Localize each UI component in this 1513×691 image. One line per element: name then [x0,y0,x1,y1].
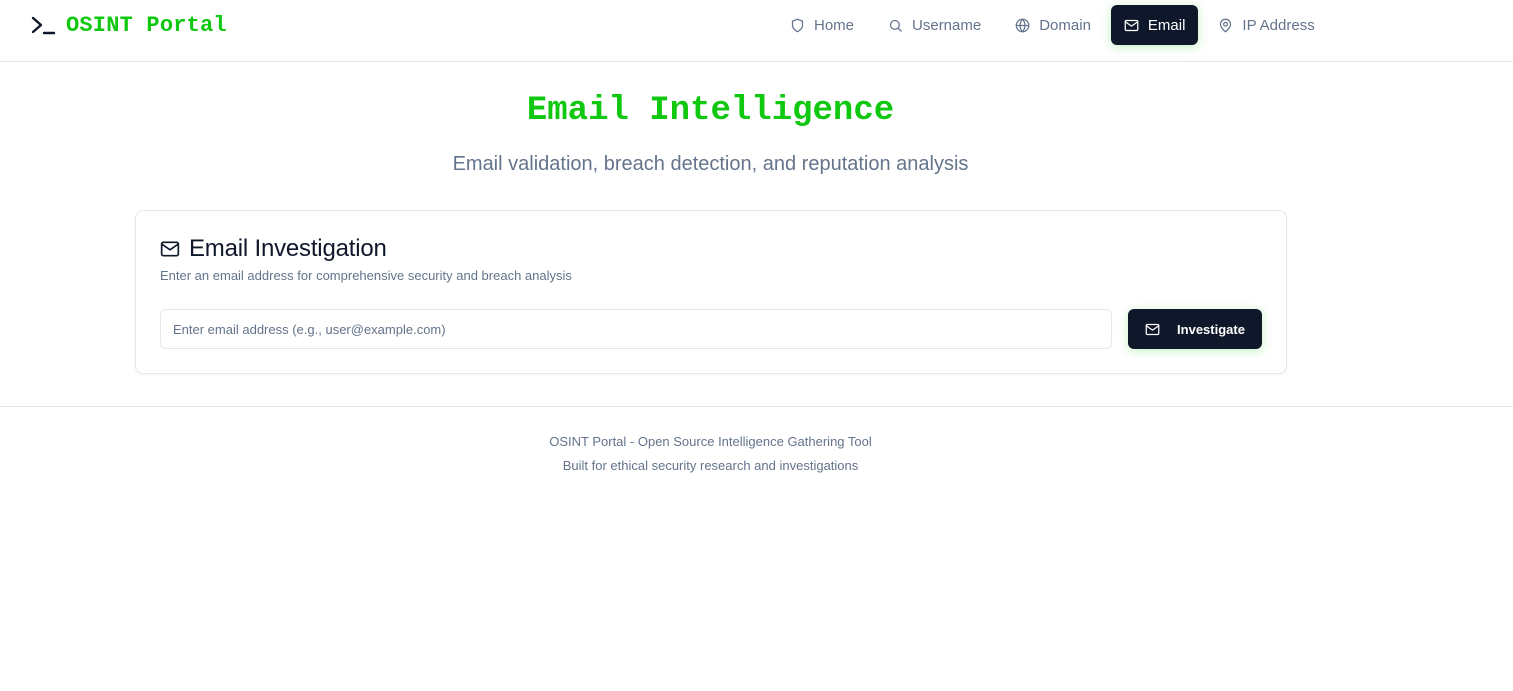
nav-item-domain[interactable]: Domain [1001,5,1105,45]
investigate-button[interactable]: Investigate [1128,309,1262,349]
nav-item-label: Home [814,16,855,34]
nav-item-label: IP Address [1242,16,1315,34]
main-nav: Home Username Domain Email IP Address [776,5,1335,45]
card-header: Email Investigation [160,235,387,263]
nav-item-ip-address[interactable]: IP Address [1204,5,1328,45]
map-pin-icon [1220,18,1232,32]
card-title: Email Investigation [189,235,387,262]
email-investigation-card: Email Investigation Enter an email addre… [135,210,1287,374]
nav-item-home[interactable]: Home [776,5,868,45]
mail-icon [1124,19,1139,31]
nav-item-label: Username [912,16,982,34]
footer-tagline: OSINT Portal - Open Source Intelligence … [549,434,872,449]
globe-icon [1015,18,1030,32]
nav-item-email[interactable]: Email [1110,5,1199,45]
brand[interactable]: OSINT Portal [30,11,227,39]
shield-icon [791,18,804,32]
nav-item-label: Email [1147,16,1186,34]
investigate-button-label: Investigate [1177,321,1245,337]
footer: OSINT Portal - Open Source Intelligence … [0,406,1513,496]
card-description: Enter an email address for comprehensive… [160,268,572,283]
footer-disclaimer: Built for ethical security research and … [562,458,859,473]
mail-icon [1145,323,1160,335]
terminal-icon [31,16,56,35]
mail-icon [160,241,180,257]
search-icon [889,19,902,32]
brand-title: OSINT Portal [66,12,227,38]
page-title: Email Intelligence [526,92,895,130]
top-navbar: OSINT Portal Home Username Domain Email … [0,0,1513,62]
nav-item-username[interactable]: Username [874,5,995,45]
page-subtitle: Email validation, breach detection, and … [452,153,969,175]
nav-item-label: Domain [1039,16,1091,34]
email-input[interactable] [160,309,1112,349]
